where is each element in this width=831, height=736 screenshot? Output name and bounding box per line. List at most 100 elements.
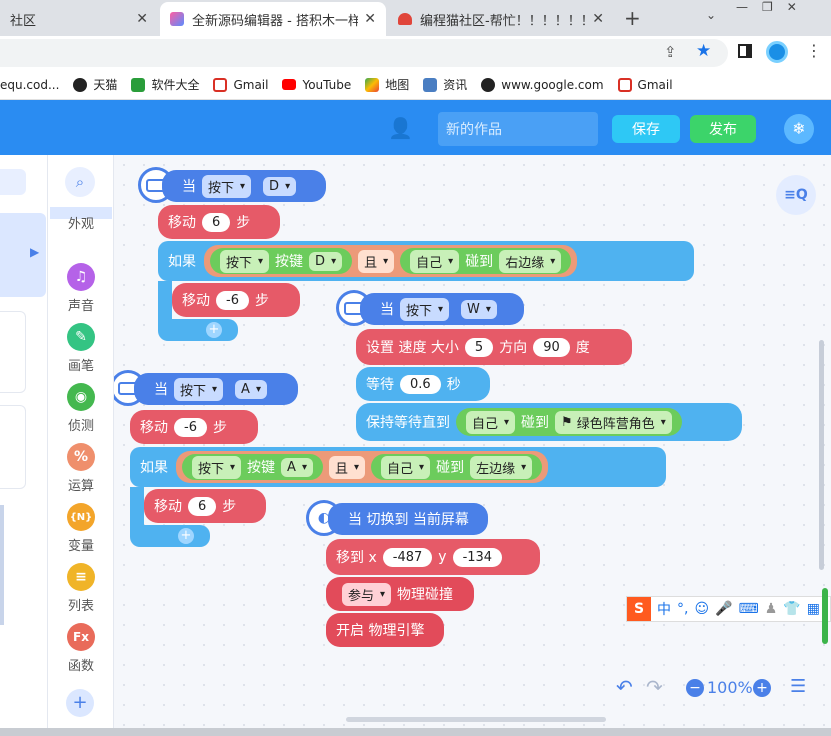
new-tab-button[interactable]: +: [624, 6, 641, 30]
star-icon[interactable]: ★: [696, 41, 711, 61]
close-window-icon[interactable]: ✕: [787, 0, 797, 18]
logic-dropdown[interactable]: 且 ▾: [358, 249, 395, 273]
script-workspace[interactable]: ≡Q 当 按下 ▾ D ▾ 移动 6 步 如果 按下 ▾ 按键 D ▾ 且 ▾ 自己 ▾ 碰…: [114, 155, 831, 736]
move-to-xy-block[interactable]: 移到 x -487 y -134: [326, 539, 540, 575]
wait-block[interactable]: 等待 0.6 秒: [356, 367, 490, 401]
wait-input[interactable]: 0.6: [400, 374, 441, 394]
physics-join-block[interactable]: 参与 ▾ 物理碰撞: [326, 577, 474, 611]
category-variables[interactable]: {N} 变量: [48, 503, 114, 554]
add-extension-button[interactable]: +: [66, 689, 94, 717]
logic-dropdown[interactable]: 且 ▾: [328, 455, 366, 479]
number-input[interactable]: 6: [202, 212, 231, 232]
keyboard-icon[interactable]: ⌨: [739, 601, 759, 617]
grid-icon[interactable]: ▦: [807, 601, 820, 617]
minimize-icon[interactable]: —: [736, 0, 748, 18]
tab-forum[interactable]: 编程猫社区-帮忙！！！！！！ ✕: [388, 2, 614, 36]
if-block[interactable]: 如果 按下 ▾ 按键 A ▾ 且 ▾ 自己 ▾ 碰到 左边缘 ▾: [130, 447, 666, 487]
block-search-icon[interactable]: ≡Q: [776, 175, 816, 215]
bookmark-item[interactable]: 资讯: [423, 76, 467, 93]
bookmark-item[interactable]: equ.cod...: [0, 78, 59, 92]
press-dropdown[interactable]: 按下 ▾: [192, 455, 242, 479]
when-key-pressed-block[interactable]: 当 按下 ▾ W ▾: [360, 293, 524, 325]
category-sensing[interactable]: ◉ 侦测: [48, 383, 114, 434]
sprite-tab[interactable]: [0, 169, 26, 195]
move-block[interactable]: 移动 6 步: [158, 205, 280, 239]
touching-sensor[interactable]: 自己 ▾ 碰到 ⚑ 绿色阵营角色 ▾: [456, 408, 682, 436]
speed-input[interactable]: 5: [464, 337, 494, 357]
key-dropdown[interactable]: D ▾: [309, 251, 343, 271]
key-dropdown[interactable]: W ▾: [461, 299, 497, 319]
zoom-in-button[interactable]: +: [753, 679, 771, 697]
and-block[interactable]: 按下 ▾ 按键 D ▾ 且 ▾ 自己 ▾ 碰到 右边缘 ▾: [204, 245, 578, 277]
mic-icon[interactable]: 🎤: [715, 601, 732, 617]
sprite-card[interactable]: [0, 311, 26, 393]
workspace-scrollbar[interactable]: [819, 340, 824, 570]
event-dropdown[interactable]: 按下 ▾: [400, 297, 450, 321]
share-icon[interactable]: ⇪: [664, 43, 677, 61]
close-icon[interactable]: ✕: [592, 11, 604, 27]
sidebar-icon[interactable]: [738, 44, 752, 58]
when-key-pressed-block[interactable]: 当 按下 ▾ D ▾: [162, 170, 326, 202]
if-block[interactable]: 如果 按下 ▾ 按键 D ▾ 且 ▾ 自己 ▾ 碰到 右边缘 ▾: [158, 241, 694, 281]
bookmark-item[interactable]: www.google.com: [481, 77, 604, 92]
self-dropdown[interactable]: 自己 ▾: [466, 410, 516, 434]
bookmark-item[interactable]: Gmail: [213, 77, 268, 92]
move-block[interactable]: 移动 -6 步: [130, 410, 258, 444]
event-dropdown[interactable]: 按下 ▾: [174, 377, 224, 401]
add-collaborator-icon[interactable]: 👤: [388, 116, 413, 140]
panel-scroll[interactable]: [0, 505, 4, 625]
omnibox[interactable]: [0, 39, 728, 67]
close-icon[interactable]: ✕: [136, 11, 148, 27]
when-screen-switched-block[interactable]: 当 切换到 当前屏幕: [328, 503, 488, 535]
chevron-right-icon[interactable]: ▶: [30, 245, 39, 259]
category-operators[interactable]: % 运算: [48, 443, 114, 494]
category-functions[interactable]: Fx 函数: [48, 623, 114, 674]
key-dropdown[interactable]: D ▾: [263, 176, 297, 196]
punctuation-icon[interactable]: °,: [677, 601, 688, 617]
self-dropdown[interactable]: 自己 ▾: [381, 455, 431, 479]
tab-community[interactable]: 社区 ✕: [0, 2, 158, 36]
more-icon[interactable]: ⋮: [806, 41, 822, 60]
restore-icon[interactable]: ❐: [762, 0, 773, 18]
sprite-card[interactable]: ▶: [0, 213, 46, 297]
start-physics-block[interactable]: 开启 物理引擎: [326, 613, 444, 647]
when-key-pressed-block[interactable]: 当 按下 ▾ A ▾: [134, 373, 298, 405]
set-speed-block[interactable]: 设置 速度 大小 5 方向 90 度: [356, 329, 632, 365]
bookmark-item[interactable]: 天猫: [73, 76, 117, 93]
work-name-input[interactable]: 新的作品: [438, 112, 598, 146]
tab-editor[interactable]: 全新源码编辑器 - 搭积木一样有 ✕: [160, 2, 386, 36]
key-dropdown[interactable]: A ▾: [235, 379, 267, 399]
undo-icon[interactable]: ↶: [616, 675, 633, 699]
and-block[interactable]: 按下 ▾ 按键 A ▾ 且 ▾ 自己 ▾ 碰到 左边缘 ▾: [176, 451, 549, 483]
x-input[interactable]: -487: [382, 547, 433, 567]
edge-dropdown[interactable]: 左边缘 ▾: [470, 455, 533, 479]
target-dropdown[interactable]: ⚑ 绿色阵营角色 ▾: [555, 410, 672, 434]
direction-input[interactable]: 90: [533, 337, 570, 357]
search-icon[interactable]: ⌕: [65, 167, 95, 197]
number-input[interactable]: -6: [174, 417, 207, 437]
move-block[interactable]: 移动 -6 步: [172, 283, 300, 317]
wait-until-block[interactable]: 保持等待直到 自己 ▾ 碰到 ⚑ 绿色阵营角色 ▾: [356, 403, 742, 441]
add-branch-button[interactable]: +: [206, 322, 222, 338]
publish-button[interactable]: 发布: [690, 115, 756, 143]
page-scroll-thumb[interactable]: [822, 588, 828, 644]
category-pen[interactable]: ✎ 画笔: [48, 323, 114, 374]
skin-icon[interactable]: 👕: [783, 601, 800, 617]
ime-mode[interactable]: 中: [657, 599, 671, 619]
bookmark-item[interactable]: 软件大全: [131, 76, 199, 93]
category-lists[interactable]: ≡ 列表: [48, 563, 114, 614]
close-icon[interactable]: ✕: [364, 11, 376, 27]
self-dropdown[interactable]: 自己 ▾: [410, 249, 460, 273]
press-dropdown[interactable]: 按下 ▾: [220, 249, 270, 273]
category-sound[interactable]: ♫ 声音: [48, 263, 114, 314]
key-dropdown[interactable]: A ▾: [281, 457, 313, 477]
chevron-down-icon[interactable]: ⌄: [706, 8, 716, 22]
add-branch-button[interactable]: +: [178, 528, 194, 544]
event-dropdown[interactable]: 按下 ▾: [202, 174, 252, 198]
move-block[interactable]: 移动 6 步: [144, 489, 266, 523]
touching-sensor[interactable]: 自己 ▾ 碰到 右边缘 ▾: [400, 248, 572, 274]
key-pressed-sensor[interactable]: 按下 ▾ 按键 D ▾: [210, 248, 353, 274]
emoji-icon[interactable]: ☺: [694, 601, 709, 617]
key-pressed-sensor[interactable]: 按下 ▾ 按键 A ▾: [182, 454, 323, 480]
join-dropdown[interactable]: 参与 ▾: [342, 582, 392, 606]
